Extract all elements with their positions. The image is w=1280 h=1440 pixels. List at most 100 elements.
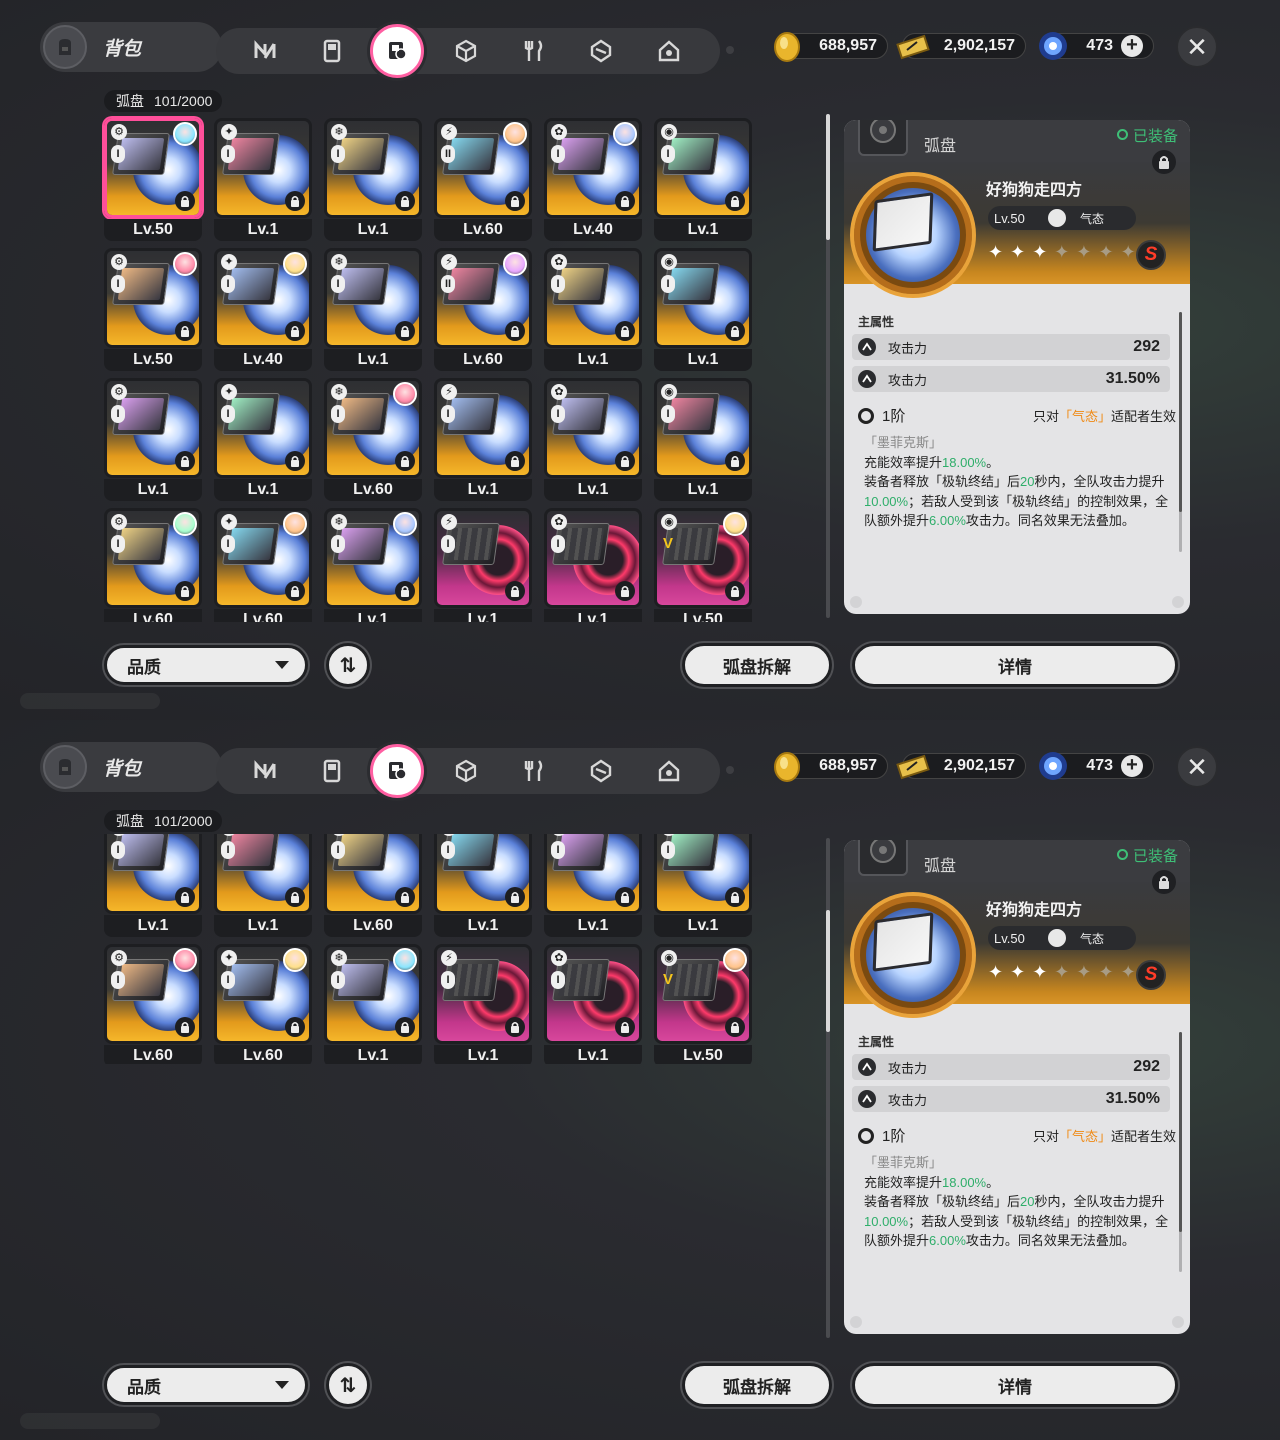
dismantle-button[interactable]: 弧盘拆解: [682, 643, 832, 687]
detail-scrollbar[interactable]: [1179, 312, 1182, 552]
details-button[interactable]: 详情: [852, 643, 1178, 687]
home-icon: [658, 40, 680, 62]
detail-lock-icon[interactable]: [1152, 150, 1176, 174]
disc-item[interactable]: ✦ILv.1: [214, 834, 312, 938]
disc-item[interactable]: ❄ILv.60: [324, 378, 422, 502]
disc-item[interactable]: ◉ V Lv.50: [654, 944, 752, 1064]
disc-item[interactable]: ❄ILv.60: [324, 834, 422, 938]
tab-device[interactable]: [309, 28, 355, 74]
star-filled-icon: ✦: [1010, 242, 1026, 262]
attribute-icon: ✦: [221, 254, 237, 270]
disc-card: ✿I: [544, 248, 642, 348]
equipped-agent-avatar: [283, 948, 307, 972]
tab-bangboo[interactable]: [578, 748, 624, 794]
attribute-icon: ✿: [551, 514, 567, 530]
disc-item[interactable]: ◉ILv.1: [654, 834, 752, 938]
bangboo-icon: [590, 759, 612, 783]
attribute-icon: ✦: [221, 514, 237, 530]
disc-item[interactable]: ⚙ I Lv.60: [104, 944, 202, 1064]
detail-lock-icon[interactable]: [1152, 870, 1176, 894]
grid-scroll-thumb[interactable]: [826, 910, 830, 1032]
disc-item[interactable]: ✦ I Lv.60: [214, 508, 312, 622]
disc-rank-tag: I: [111, 535, 125, 553]
stat-name: 攻击力: [888, 340, 928, 356]
disc-grid[interactable]: ⚙ILv.1✦ILv.1❄ILv.60⚡ILv.1✿ILv.1◉ILv.1 ⚙IL…: [100, 834, 760, 1064]
disc-item[interactable]: ✿ILv.1: [544, 378, 642, 502]
disc-item[interactable]: ✦ I Lv.60: [214, 944, 312, 1064]
disc-item[interactable]: ✿ILv.1: [544, 508, 642, 622]
tab-agents[interactable]: [242, 28, 288, 74]
disc-item[interactable]: ❄ I Lv.1: [324, 944, 422, 1064]
currency-tickets: 2,902,157: [896, 753, 1026, 780]
equipped-agent-avatar: [393, 948, 417, 972]
disc-item[interactable]: ✦ILv.1: [214, 378, 312, 502]
tab-home[interactable]: [646, 748, 692, 794]
disc-item[interactable]: ⚙ILv.1: [104, 378, 202, 502]
tab-drive-disc[interactable]: [370, 24, 424, 78]
star-empty-icon: ✦: [1098, 962, 1114, 982]
lock-icon: [175, 581, 195, 601]
detail-scrollbar[interactable]: [1179, 1032, 1182, 1272]
disc-item[interactable]: ⚙ I Lv.50: [104, 118, 202, 242]
tab-agents[interactable]: [242, 748, 288, 794]
tab-box[interactable]: [443, 28, 489, 74]
quality-filter-select[interactable]: 品质: [104, 645, 308, 685]
sort-order-button[interactable]: ⇅: [326, 1363, 370, 1407]
grid-scroll-thumb[interactable]: [826, 114, 830, 240]
disc-item[interactable]: ✿ I Lv.40: [544, 118, 642, 242]
lock-icon: [395, 191, 415, 211]
close-button[interactable]: ✕: [1176, 746, 1218, 788]
add-currency-plus-icon[interactable]: +: [1121, 35, 1143, 57]
tab-drive-disc[interactable]: [370, 744, 424, 798]
currency-tickets: 2,902,157: [896, 33, 1026, 60]
disc-grid[interactable]: ⚙ I Lv.50 ✦ I Lv.1 ❄ I Lv.1 ⚡ II Lv.60 ✿ I Lv.40 ◉ I Lv.1…: [100, 114, 760, 622]
lock-icon: [395, 451, 415, 471]
tab-home[interactable]: [646, 28, 692, 74]
disc-item[interactable]: ◉ILv.1: [654, 118, 752, 242]
sort-order-button[interactable]: ⇅: [326, 643, 370, 687]
disc-item[interactable]: ❄ I Lv.1: [324, 508, 422, 622]
disc-item[interactable]: ✦ILv.1: [214, 118, 312, 242]
disc-item[interactable]: ❄ I Lv.1: [324, 248, 422, 372]
disc-card: ✦I: [214, 508, 312, 608]
effect-line-1: 充能效率提升18.00%。: [864, 454, 1000, 470]
disc-rank-tag: I: [111, 275, 125, 293]
disc-item[interactable]: ✿ILv.1: [544, 834, 642, 938]
disc-item[interactable]: ⚡ILv.1: [434, 834, 532, 938]
tab-box[interactable]: [443, 748, 489, 794]
grid-scrollbar[interactable]: [826, 838, 830, 1338]
equipped-agent-avatar: [393, 512, 417, 536]
disc-item[interactable]: ⚙ I Lv.60: [104, 508, 202, 622]
disc-item[interactable]: ⚡ILv.1: [434, 508, 532, 622]
disc-item[interactable]: ⚡ILv.1: [434, 944, 532, 1064]
disc-item[interactable]: ✦ I Lv.40: [214, 248, 312, 372]
tab-food[interactable]: [511, 28, 557, 74]
details-button[interactable]: 详情: [852, 1363, 1178, 1407]
grid-scrollbar[interactable]: [826, 114, 830, 618]
disc-item[interactable]: ⚙ I Lv.50: [104, 248, 202, 372]
disc-item[interactable]: ◉ILv.1: [654, 378, 752, 502]
add-currency-plus-icon[interactable]: +: [1121, 755, 1143, 777]
close-button[interactable]: ✕: [1176, 26, 1218, 68]
disc-card: ◉ V: [654, 508, 752, 608]
disc-item[interactable]: ⚡ II Lv.60: [434, 118, 532, 242]
effect-name: 「墨菲克斯」: [864, 1155, 943, 1170]
disc-item[interactable]: ✿ILv.1: [544, 944, 642, 1064]
attribute-icon: ✿: [551, 950, 567, 966]
tab-food[interactable]: [511, 748, 557, 794]
dismantle-button[interactable]: 弧盘拆解: [682, 1363, 832, 1407]
disc-item[interactable]: ⚙ILv.1: [104, 834, 202, 938]
disc-item[interactable]: ◉ V Lv.50: [654, 508, 752, 622]
disc-item[interactable]: ❄ I Lv.1: [324, 118, 422, 242]
disc-level-label: Lv.1: [654, 349, 752, 371]
quality-filter-select[interactable]: 品质: [104, 1365, 308, 1405]
bangboo-icon: [590, 39, 612, 63]
disc-item[interactable]: ⚡ II Lv.60: [434, 248, 532, 372]
disc-item[interactable]: ⚡ILv.1: [434, 378, 532, 502]
disc-item[interactable]: ✿ILv.1: [544, 248, 642, 372]
tab-device[interactable]: [309, 748, 355, 794]
equipped-agent-avatar: [283, 512, 307, 536]
disc-item[interactable]: ◉ILv.1: [654, 248, 752, 372]
tab-bangboo[interactable]: [578, 28, 624, 74]
currency-polychrome: 473 +: [1039, 752, 1154, 780]
